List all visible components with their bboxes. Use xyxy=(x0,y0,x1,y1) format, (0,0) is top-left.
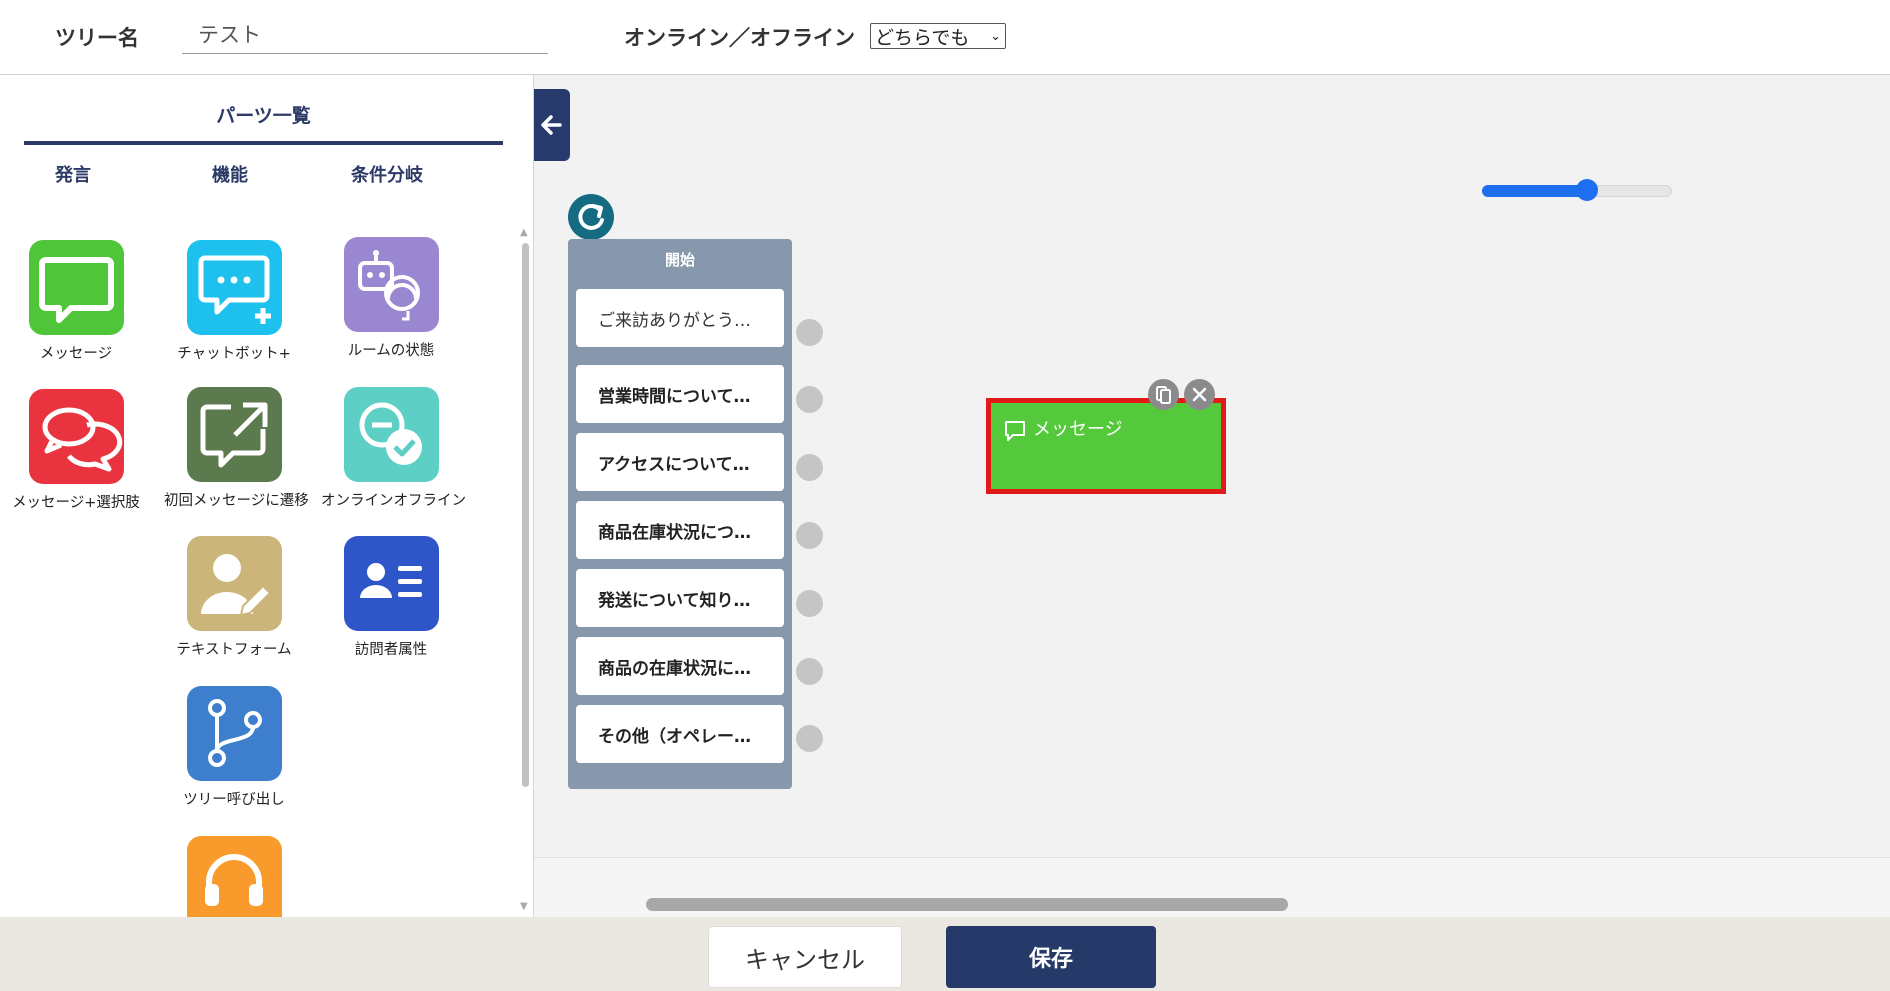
online-offline-select-value: どちらでも xyxy=(875,26,970,49)
part-label: ルームの状態 xyxy=(347,343,435,359)
tree-name-label: ツリー名 xyxy=(55,26,139,50)
connection-port[interactable] xyxy=(796,590,823,617)
user-edit-icon xyxy=(186,536,282,631)
id-card-icon xyxy=(343,536,439,631)
start-node[interactable]: 開始 ご来訪ありがとう… 営業時間について… アクセスについて… 商品在庫状況に… xyxy=(568,239,792,789)
arrow-left-icon xyxy=(541,115,562,135)
message-node[interactable]: メッセージ xyxy=(986,398,1226,494)
tree-name-input[interactable] xyxy=(182,14,548,54)
start-node-title: 開始 xyxy=(664,251,695,269)
refresh-icon xyxy=(578,203,604,230)
chatbot-plus-icon xyxy=(186,240,282,335)
external-link-bubble-icon xyxy=(186,387,282,482)
start-option[interactable]: アクセスについて… xyxy=(576,433,784,491)
connection-port[interactable] xyxy=(796,319,823,346)
part-label: 訪問者属性 xyxy=(354,642,428,658)
parts-panel: パーツ一覧 発言 機能 条件分岐 メッセージ チャットボット+ ルームの状態 メ… xyxy=(0,75,534,917)
header-bar: ツリー名 オンライン／オフライン どちらでも ⌄ xyxy=(0,0,1890,75)
online-offline-select[interactable]: どちらでも ⌄ xyxy=(870,23,1006,49)
message-node-label: メッセージ xyxy=(1033,419,1123,440)
cancel-button[interactable]: キャンセル xyxy=(708,926,902,988)
online-offline-label: オンライン／オフライン xyxy=(624,26,855,50)
zoom-slider-handle[interactable] xyxy=(1575,179,1598,201)
part-online-offline[interactable]: オンラインオフライン xyxy=(321,387,466,510)
connection-port[interactable] xyxy=(796,522,823,549)
part-room-status[interactable]: ルームの状態 xyxy=(321,237,461,360)
start-option[interactable]: 発送について知り… xyxy=(576,569,784,627)
collapse-panel-button[interactable] xyxy=(534,89,570,161)
part-tree-call[interactable]: ツリー呼び出し xyxy=(164,686,304,809)
footer-bar xyxy=(0,917,1890,991)
robot-operator-icon xyxy=(343,237,439,332)
headset-icon xyxy=(186,836,282,917)
start-option[interactable]: その他（オペレー… xyxy=(576,705,784,763)
part-label: 初回メッセージに遷移 xyxy=(164,493,309,509)
start-option[interactable]: 商品の在庫状況に… xyxy=(576,637,784,695)
connection-port[interactable] xyxy=(796,658,823,685)
copy-node-button[interactable] xyxy=(1148,379,1179,410)
part-visitor-attributes[interactable]: 訪問者属性 xyxy=(321,536,461,659)
connection-port[interactable] xyxy=(796,454,823,481)
close-icon xyxy=(1192,387,1207,402)
canvas-horizontal-scrollbar[interactable] xyxy=(646,898,1288,911)
part-operator[interactable] xyxy=(164,836,304,917)
part-jump-first-message[interactable]: 初回メッセージに遷移 xyxy=(164,387,309,510)
part-label: チャットボット+ xyxy=(177,346,291,362)
parts-title-underline xyxy=(24,141,503,145)
start-option[interactable]: 商品在庫状況につ… xyxy=(576,501,784,559)
tab-condition-branch[interactable]: 条件分岐 xyxy=(351,161,423,187)
tab-speech[interactable]: 発言 xyxy=(55,161,91,187)
part-message[interactable]: メッセージ xyxy=(6,240,146,363)
parts-scrollbar-thumb[interactable] xyxy=(522,243,529,787)
zoom-slider-fill xyxy=(1482,185,1587,197)
scroll-down-arrow-icon[interactable]: ▼ xyxy=(520,901,528,912)
scroll-up-arrow-icon[interactable]: ▲ xyxy=(520,227,528,238)
part-label: オンラインオフライン xyxy=(321,493,466,509)
parts-panel-title: パーツ一覧 xyxy=(216,105,311,127)
start-option[interactable]: 営業時間について… xyxy=(576,365,784,423)
part-message-choices[interactable]: メッセージ+選択肢 xyxy=(6,389,146,512)
start-option[interactable]: ご来訪ありがとう… xyxy=(576,289,784,347)
part-text-form[interactable]: テキストフォーム xyxy=(164,536,304,659)
save-button[interactable]: 保存 xyxy=(946,926,1156,988)
online-check-icon xyxy=(343,387,439,482)
connection-port[interactable] xyxy=(796,725,823,752)
refresh-button[interactable] xyxy=(568,194,614,240)
copy-icon xyxy=(1156,386,1171,404)
tab-function[interactable]: 機能 xyxy=(212,161,248,187)
chevron-down-icon: ⌄ xyxy=(990,28,1001,44)
double-bubble-icon xyxy=(28,389,124,484)
part-label: メッセージ+選択肢 xyxy=(12,495,140,511)
connection-port[interactable] xyxy=(796,386,823,413)
part-label: テキストフォーム xyxy=(176,642,292,658)
part-label: ツリー呼び出し xyxy=(183,792,285,808)
message-bubble-icon xyxy=(28,240,124,335)
part-label: メッセージ xyxy=(39,346,113,362)
message-bubble-icon xyxy=(1005,421,1025,441)
part-chatbot-plus[interactable]: チャットボット+ xyxy=(164,240,304,363)
delete-node-button[interactable] xyxy=(1184,379,1215,410)
branch-icon xyxy=(186,686,282,781)
